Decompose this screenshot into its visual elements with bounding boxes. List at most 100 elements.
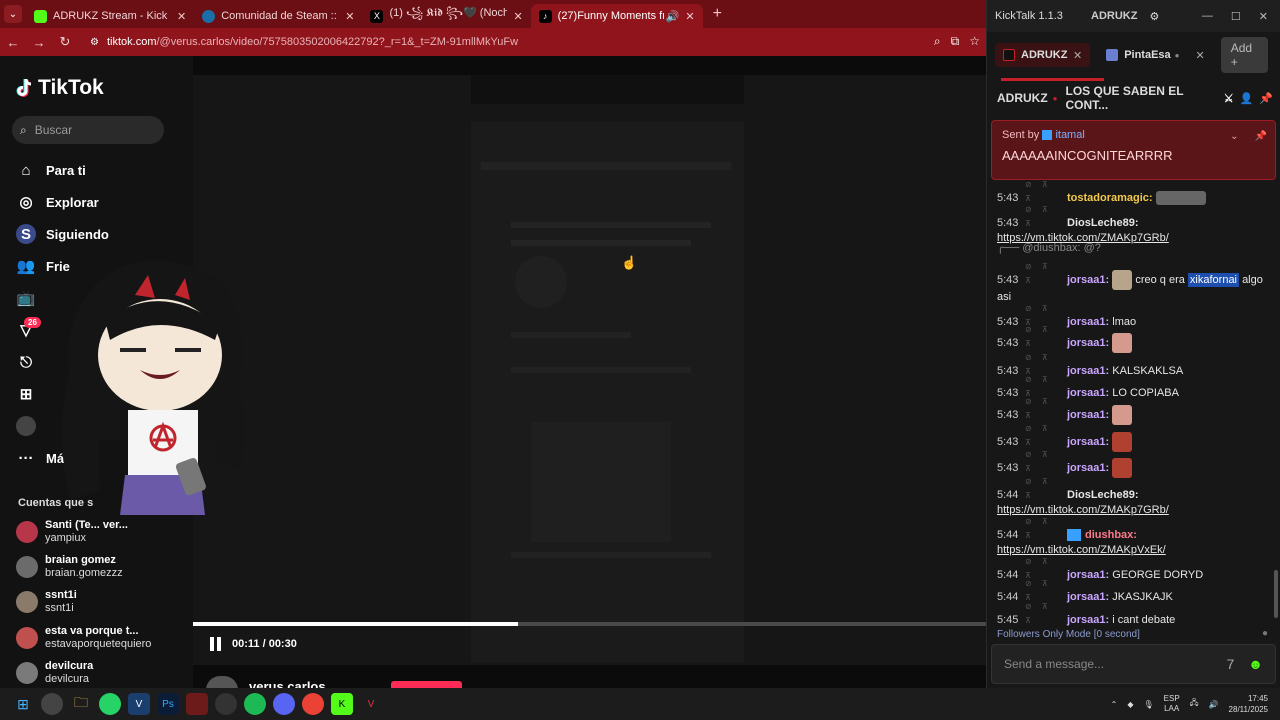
browser-tab[interactable]: ADRUKZ Stream - Kick Dashbo ✕ bbox=[26, 4, 194, 28]
chat-message[interactable]: 5:45 ⊘ ⊼ ⊼ jorsaa1: i cant debate bbox=[997, 600, 1275, 628]
close-icon[interactable]: ✕ bbox=[1259, 10, 1268, 23]
zoom-icon[interactable]: ⌕ bbox=[934, 34, 941, 49]
bookmark-star-icon[interactable]: ☆ bbox=[969, 34, 980, 49]
message-username[interactable]: DiosLeche89: bbox=[1067, 217, 1139, 229]
account-item[interactable]: braian gomez braian.gomezzz bbox=[16, 554, 123, 580]
mod-actions-icon[interactable]: ⊘ ⊼ ⊼ bbox=[1025, 515, 1067, 543]
minimize-icon[interactable]: — bbox=[1202, 10, 1213, 23]
message-username[interactable]: jorsaa1: bbox=[1067, 462, 1109, 474]
message-username[interactable]: diushbax: bbox=[1085, 529, 1137, 541]
pause-icon[interactable] bbox=[208, 637, 222, 651]
account-item[interactable]: devilcura devilcura bbox=[16, 660, 93, 686]
mod-actions-icon[interactable]: ⊘ ⊼ ⊼ bbox=[1025, 178, 1067, 206]
app-icon[interactable] bbox=[186, 693, 208, 715]
close-tab-icon[interactable]: ✕ bbox=[177, 10, 186, 23]
chrome-icon[interactable] bbox=[302, 693, 324, 715]
network-icon[interactable]: 🖧 bbox=[1190, 697, 1199, 711]
pinned-username[interactable]: itamal bbox=[1055, 129, 1084, 141]
photoshop-icon[interactable]: Ps bbox=[157, 693, 179, 715]
message-username[interactable]: jorsaa1: bbox=[1067, 337, 1109, 349]
kick-icon[interactable]: K bbox=[331, 693, 353, 715]
mod-actions-icon[interactable]: ⊘ ⊼ ⊼ bbox=[1025, 422, 1067, 450]
chat-tab-adrukz[interactable]: ADRUKZ ✕ bbox=[995, 43, 1091, 67]
chat-message[interactable]: 5:43⊘ ⊼ ⊼ jorsaa1: creo q era xikafornai … bbox=[997, 260, 1275, 304]
chat-message-input[interactable]: Send a message... 7 ☻ bbox=[991, 644, 1276, 684]
close-tab-icon[interactable]: ✕ bbox=[513, 10, 522, 23]
video-progress-bar[interactable] bbox=[193, 622, 986, 626]
message-username[interactable]: jorsaa1: bbox=[1067, 436, 1109, 448]
search-input[interactable]: ⌕ Buscar bbox=[12, 116, 164, 144]
whatsapp-icon[interactable] bbox=[99, 693, 121, 715]
tiktok-logo[interactable]: TikTok bbox=[16, 76, 104, 100]
language-indicator[interactable]: ESP LAA bbox=[1164, 694, 1180, 714]
close-tab-icon[interactable]: ✕ bbox=[1073, 49, 1082, 62]
app-icon[interactable] bbox=[41, 693, 63, 715]
chat-message[interactable]: 5:43⊘ ⊼ ⊼ DiosLeche89: https://vm.tiktok.… bbox=[997, 203, 1275, 245]
7tv-emote-icon[interactable]: 7 bbox=[1226, 656, 1234, 672]
windows-start-icon[interactable]: ⊞ bbox=[12, 693, 34, 715]
unpin-icon[interactable]: 📌 bbox=[1255, 131, 1267, 142]
mod-actions-icon[interactable]: ⊘ ⊼ ⊼ bbox=[1025, 475, 1067, 503]
browser-tab-active[interactable]: ♪ (27)Funny Moments from E 🔊 ✕ bbox=[530, 4, 703, 28]
mod-actions-icon[interactable]: ⊘ ⊼ ⊼ bbox=[1025, 600, 1067, 628]
tray-chevron-icon[interactable]: ⌃ bbox=[1111, 700, 1118, 709]
message-username[interactable]: jorsaa1: bbox=[1067, 274, 1109, 286]
pin-icon[interactable]: 📌 bbox=[1259, 92, 1273, 105]
spotify-icon[interactable] bbox=[244, 693, 266, 715]
url-field[interactable]: ⚙ tiktok.com/@verus.carlos/video/7575803… bbox=[90, 36, 518, 48]
microphone-icon[interactable]: 🎙 bbox=[1143, 700, 1153, 709]
chat-tab-pintaesa[interactable]: PintaEsa ● ✕ bbox=[1098, 43, 1213, 67]
chat-message[interactable]: 5:43 ⊘ ⊼ ⊼ jorsaa1: bbox=[997, 395, 1275, 426]
chat-message[interactable]: 5:44⊘ ⊼ ⊼ DiosLeche89: https://vm.tiktok.… bbox=[997, 475, 1275, 517]
info-icon[interactable]: ● bbox=[1262, 628, 1268, 639]
url-host: tiktok.com bbox=[106, 36, 157, 48]
mod-actions-icon[interactable]: ⊘ ⊼ ⊼ bbox=[1025, 448, 1067, 476]
forward-icon[interactable]: → bbox=[26, 35, 52, 50]
mod-actions-icon[interactable]: ⊘ ⊼ ⊼ bbox=[1025, 260, 1067, 288]
mod-sword-icon[interactable]: ⚔ bbox=[1224, 92, 1234, 105]
gear-icon[interactable]: ⚙ bbox=[1149, 10, 1159, 23]
browser-tab[interactable]: Comunidad de Steam :: devilFe ✕ bbox=[194, 4, 362, 28]
kick-emote-icon[interactable]: ☻ bbox=[1248, 656, 1263, 672]
close-tab-icon[interactable]: ✕ bbox=[685, 10, 694, 23]
message-username[interactable]: DiosLeche89: bbox=[1067, 489, 1139, 501]
install-icon[interactable]: ⧉ bbox=[951, 34, 960, 49]
chat-message[interactable]: 5:43⊘ ⊼ ⊼ tostadoramagic: bbox=[997, 178, 1275, 206]
chevron-down-icon[interactable]: ⌄ bbox=[1230, 131, 1238, 142]
chat-message[interactable]: 5:44⊘ ⊼ ⊼ diushbax: https://vm.tiktok.com… bbox=[997, 515, 1275, 557]
discord-icon[interactable] bbox=[273, 693, 295, 715]
volume-icon[interactable]: 🔊 bbox=[1209, 700, 1219, 709]
close-tab-icon[interactable]: ✕ bbox=[345, 10, 354, 23]
tab-search-button[interactable]: ⌄ bbox=[4, 5, 22, 23]
valorant-icon[interactable]: V bbox=[360, 693, 382, 715]
mod-actions-icon[interactable]: ⊘ ⊼ ⊼ bbox=[1025, 323, 1067, 351]
nav-explore[interactable]: ◎ Explorar bbox=[16, 192, 98, 212]
new-tab-button[interactable]: + bbox=[713, 5, 722, 23]
user-icon[interactable]: 👤 bbox=[1240, 92, 1254, 105]
chat-message[interactable]: 5:43 ⊘ ⊼ ⊼ jorsaa1: bbox=[997, 448, 1275, 479]
message-username[interactable]: jorsaa1: bbox=[1067, 409, 1109, 421]
tray-app-icon[interactable]: ◆ bbox=[1127, 700, 1133, 709]
speaker-icon[interactable]: 🔊 bbox=[666, 10, 680, 23]
vegas-icon[interactable]: V bbox=[128, 693, 150, 715]
account-item[interactable]: esta va porque t... estavaporquetequiero bbox=[16, 625, 151, 651]
pinned-message[interactable]: Sent by itamal AAAAAAINCOGNITEARRRR ⌄ 📌 bbox=[991, 120, 1276, 180]
file-explorer-icon[interactable]: 🗀 bbox=[70, 693, 92, 715]
account-item[interactable]: ssnt1i ssnt1i bbox=[16, 589, 77, 615]
reload-icon[interactable]: ↻ bbox=[52, 34, 78, 50]
nav-for-you[interactable]: ⌂ Para ti bbox=[16, 160, 85, 180]
back-icon[interactable]: ← bbox=[0, 35, 26, 50]
close-tab-icon[interactable]: ✕ bbox=[1196, 49, 1205, 62]
clock[interactable]: 17:45 28/11/2025 bbox=[1229, 693, 1268, 715]
mod-actions-icon[interactable]: ⊘ ⊼ ⊼ bbox=[1025, 203, 1067, 231]
site-info-icon[interactable]: ⚙ bbox=[90, 37, 99, 48]
browser-tab[interactable]: X (1) ꧁ 𝕶𝖎𝖉 ꧂🖤 (Noch 26 Ta ✕ bbox=[362, 4, 530, 28]
video-frame[interactable] bbox=[471, 122, 744, 662]
chat-message[interactable]: 5:43 ⊘ ⊼ ⊼ jorsaa1: bbox=[997, 323, 1275, 354]
maximize-icon[interactable]: ☐ bbox=[1231, 10, 1241, 23]
chat-scrollbar[interactable] bbox=[1274, 570, 1278, 618]
mod-actions-icon[interactable]: ⊘ ⊼ ⊼ bbox=[1025, 395, 1067, 423]
message-username[interactable]: jorsaa1: bbox=[1067, 614, 1109, 626]
add-tab-button[interactable]: Add + bbox=[1220, 37, 1268, 73]
steam-icon[interactable] bbox=[215, 693, 237, 715]
